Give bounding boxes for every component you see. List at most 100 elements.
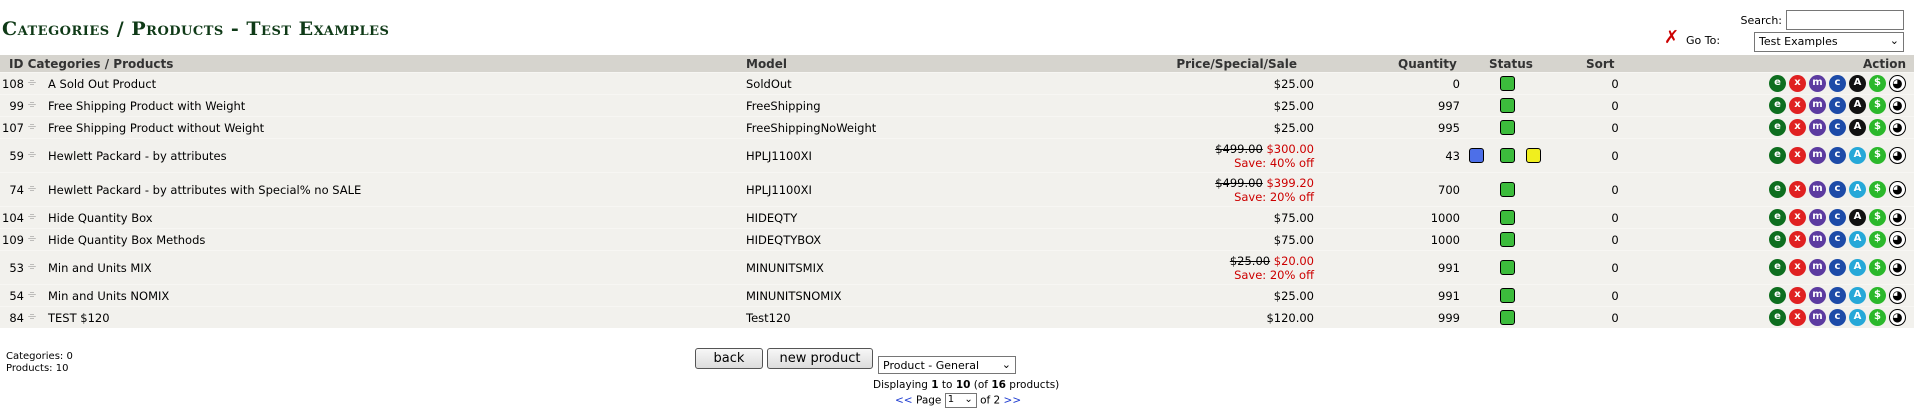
table-row[interactable]: 74 ⌯ Hewlett Packard - by attributes with … (0, 172, 1914, 206)
status-green-icon[interactable] (1500, 147, 1515, 163)
product-name[interactable]: Hide Quantity Box Methods (48, 233, 205, 247)
price-manager-icon[interactable]: $ (1869, 208, 1886, 226)
delete-icon[interactable]: x (1789, 146, 1806, 164)
pager-page-select[interactable]: 1 ⌄ (944, 393, 977, 408)
delete-icon[interactable]: x (1789, 230, 1806, 248)
edit-icon[interactable]: e (1769, 258, 1786, 276)
metatags-icon[interactable]: ◕ (1889, 208, 1906, 226)
status-green-icon[interactable] (1500, 181, 1515, 197)
move-icon[interactable]: m (1809, 96, 1826, 114)
move-icon[interactable]: m (1809, 308, 1826, 326)
copy-icon[interactable]: c (1829, 146, 1846, 164)
search-input[interactable] (1786, 10, 1904, 30)
delete-icon[interactable]: x (1789, 208, 1806, 226)
attributes-icon[interactable]: A (1849, 96, 1866, 114)
table-row[interactable]: 53 ⌯ Min and Units MIX MINUNITSMIX $25.00 $2… (0, 250, 1914, 284)
pager-prev-link[interactable]: << (895, 395, 913, 407)
delete-icon[interactable]: x (1789, 74, 1806, 92)
move-icon[interactable]: m (1809, 74, 1826, 92)
move-icon[interactable]: m (1809, 230, 1826, 248)
move-icon[interactable]: m (1809, 180, 1826, 198)
move-icon[interactable]: m (1809, 118, 1826, 136)
metatags-icon[interactable]: ◕ (1889, 308, 1906, 326)
product-name[interactable]: Min and Units MIX (48, 261, 152, 275)
back-button[interactable]: back (695, 348, 763, 369)
move-icon[interactable]: m (1809, 208, 1826, 226)
metatags-icon[interactable]: ◕ (1889, 118, 1906, 136)
new-product-button[interactable]: new product (767, 348, 873, 369)
price-manager-icon[interactable]: $ (1869, 230, 1886, 248)
table-row[interactable]: 104 ⌯ Hide Quantity Box HIDEQTY $75.00 1000 0 e… (0, 206, 1914, 228)
copy-icon[interactable]: c (1829, 258, 1846, 276)
status-green-icon[interactable] (1500, 75, 1515, 91)
metatags-icon[interactable]: ◕ (1889, 230, 1906, 248)
copy-icon[interactable]: c (1829, 96, 1846, 114)
metatags-icon[interactable]: ◕ (1889, 180, 1906, 198)
attributes-icon[interactable]: A (1849, 146, 1866, 164)
edit-icon[interactable]: e (1769, 308, 1786, 326)
move-icon[interactable]: m (1809, 286, 1826, 304)
metatags-icon[interactable]: ◕ (1889, 96, 1906, 114)
copy-icon[interactable]: c (1829, 208, 1846, 226)
edit-icon[interactable]: e (1769, 146, 1786, 164)
status-green-icon[interactable] (1500, 259, 1515, 275)
copy-icon[interactable]: c (1829, 230, 1846, 248)
goto-select[interactable]: Test Examples ⌄ (1754, 32, 1904, 52)
status-green-icon[interactable] (1500, 231, 1515, 247)
attributes-icon[interactable]: A (1849, 118, 1866, 136)
table-row[interactable]: 109 ⌯ Hide Quantity Box Methods HIDEQTYBOX $… (0, 228, 1914, 250)
delete-icon[interactable]: x (1789, 258, 1806, 276)
edit-icon[interactable]: e (1769, 208, 1786, 226)
table-row[interactable]: 108 ⌯ A Sold Out Product SoldOut $25.00 0 0 e x m… (0, 72, 1914, 94)
table-row[interactable]: 107 ⌯ Free Shipping Product without Weight… (0, 116, 1914, 138)
status-yellow-icon[interactable] (1526, 147, 1541, 163)
attributes-icon[interactable]: A (1849, 258, 1866, 276)
product-name[interactable]: Hewlett Packard - by attributes with Spe… (48, 183, 361, 197)
product-name[interactable]: Hewlett Packard - by attributes (48, 149, 227, 163)
attributes-icon[interactable]: A (1849, 208, 1866, 226)
move-icon[interactable]: m (1809, 146, 1826, 164)
status-green-icon[interactable] (1500, 309, 1515, 325)
metatags-icon[interactable]: ◕ (1889, 286, 1906, 304)
col-header-id-categories-products[interactable]: ID Categories / Products (9, 57, 173, 71)
table-row[interactable]: 99 ⌯ Free Shipping Product with Weight Free… (0, 94, 1914, 116)
price-manager-icon[interactable]: $ (1869, 96, 1886, 114)
price-manager-icon[interactable]: $ (1869, 258, 1886, 276)
product-type-select[interactable]: Product - General ⌄ (878, 356, 1016, 374)
col-header-status[interactable]: Status (1489, 57, 1533, 71)
edit-icon[interactable]: e (1769, 96, 1786, 114)
status-green-icon[interactable] (1500, 97, 1515, 113)
price-manager-icon[interactable]: $ (1869, 74, 1886, 92)
attributes-icon[interactable]: A (1849, 230, 1866, 248)
col-header-model[interactable]: Model (746, 57, 787, 71)
product-name[interactable]: Free Shipping Product with Weight (48, 99, 245, 113)
product-name[interactable]: Free Shipping Product without Weight (48, 121, 264, 135)
copy-icon[interactable]: c (1829, 286, 1846, 304)
delete-icon[interactable]: x (1789, 180, 1806, 198)
metatags-icon[interactable]: ◕ (1889, 74, 1906, 92)
attributes-icon[interactable]: A (1849, 74, 1866, 92)
price-manager-icon[interactable]: $ (1869, 180, 1886, 198)
status-green-icon[interactable] (1500, 209, 1515, 225)
status-blue-icon[interactable] (1469, 147, 1484, 163)
copy-icon[interactable]: c (1829, 308, 1846, 326)
table-row[interactable]: 54 ⌯ Min and Units NOMIX MINUNITSNOMIX $25.0… (0, 284, 1914, 306)
table-row[interactable]: 59 ⌯ Hewlett Packard - by attributes HPLJ11… (0, 138, 1914, 172)
delete-icon[interactable]: x (1789, 286, 1806, 304)
col-header-sort[interactable]: Sort (1586, 57, 1615, 71)
move-icon[interactable]: m (1809, 258, 1826, 276)
delete-icon[interactable]: x (1789, 308, 1806, 326)
edit-icon[interactable]: e (1769, 230, 1786, 248)
status-green-icon[interactable] (1500, 287, 1515, 303)
metatags-icon[interactable]: ◕ (1889, 146, 1906, 164)
price-manager-icon[interactable]: $ (1869, 286, 1886, 304)
copy-icon[interactable]: c (1829, 74, 1846, 92)
table-row[interactable]: 84 ⌯ TEST $120 Test120 $120.00 999 0 e x m c A $ ◕ (0, 306, 1914, 328)
edit-icon[interactable]: e (1769, 180, 1786, 198)
price-manager-icon[interactable]: $ (1869, 118, 1886, 136)
delete-icon[interactable]: x (1789, 118, 1806, 136)
copy-icon[interactable]: c (1829, 180, 1846, 198)
edit-icon[interactable]: e (1769, 74, 1786, 92)
attributes-icon[interactable]: A (1849, 286, 1866, 304)
edit-icon[interactable]: e (1769, 286, 1786, 304)
